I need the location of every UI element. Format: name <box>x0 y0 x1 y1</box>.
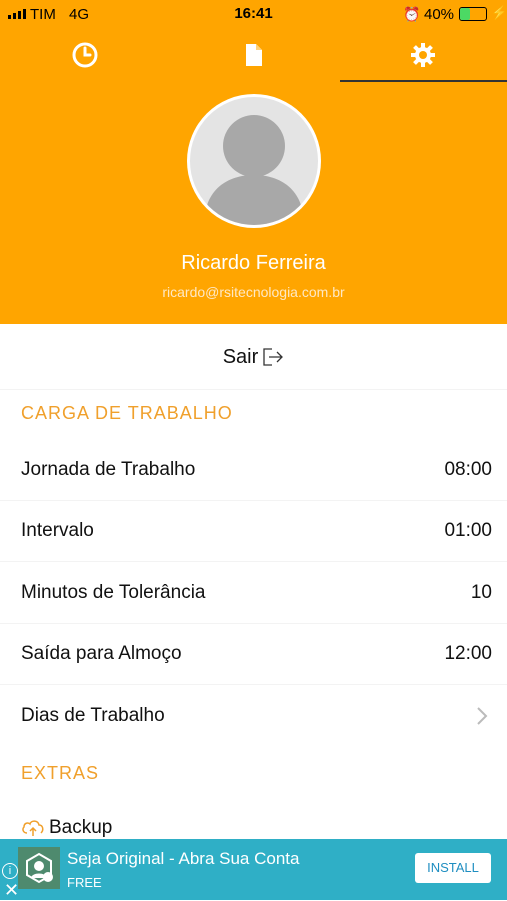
logout-icon <box>263 348 284 366</box>
ad-logo-icon <box>26 852 53 884</box>
row-interval[interactable]: Intervalo 01:00 <box>0 500 507 561</box>
avatar[interactable] <box>187 94 321 228</box>
gear-icon <box>410 43 435 67</box>
section-header-workload: CARGA DE TRABALHO <box>21 403 233 423</box>
ad-banner[interactable]: i ✕ Seja Original - Abra Sua Conta FREE … <box>0 839 507 900</box>
row-label: Saída para Almoço <box>21 642 182 664</box>
battery-percent: 40% <box>424 6 455 23</box>
row-label: Minutos de Tolerância <box>21 581 206 603</box>
profile-header: Ricardo Ferreira ricardo@rsitecnologia.c… <box>0 28 507 324</box>
logout-label: Sair <box>222 345 259 368</box>
install-button[interactable]: INSTALL <box>415 853 491 883</box>
ad-subtitle: FREE <box>67 875 102 890</box>
ad-title: Seja Original - Abra Sua Conta <box>67 849 300 868</box>
row-value: 01:00 <box>444 519 492 541</box>
row-value: 12:00 <box>444 642 492 664</box>
chevron-right-icon <box>477 706 488 725</box>
row-value: 10 <box>470 581 492 603</box>
tab-reports[interactable] <box>169 28 338 82</box>
clock-icon <box>72 42 97 68</box>
tab-time[interactable] <box>0 28 169 82</box>
close-icon[interactable]: ✕ <box>4 880 19 901</box>
row-label: Dias de Trabalho <box>21 704 165 726</box>
section-header-extras: EXTRAS <box>21 763 100 783</box>
alarm-icon: ⏰ <box>403 6 421 22</box>
row-label: Intervalo <box>21 519 94 541</box>
logout-button[interactable]: Sair <box>0 325 507 389</box>
row-value: 08:00 <box>444 458 492 480</box>
document-icon <box>245 44 262 66</box>
tab-bar <box>0 28 507 82</box>
tab-settings[interactable] <box>338 28 507 82</box>
user-placeholder-icon <box>204 115 304 225</box>
divider <box>0 389 507 390</box>
row-work-day[interactable]: Jornada de Trabalho 08:00 <box>0 439 507 500</box>
row-work-days[interactable]: Dias de Trabalho <box>0 685 507 746</box>
battery-icon <box>459 7 487 21</box>
profile-email: ricardo@rsitecnologia.com.br <box>162 284 345 300</box>
row-tolerance[interactable]: Minutos de Tolerância 10 <box>0 562 507 623</box>
ad-logo <box>18 847 60 889</box>
row-label: Backup <box>49 817 113 838</box>
row-lunch-time[interactable]: Saída para Almoço 12:00 <box>0 623 507 684</box>
charging-icon: ⚡ <box>491 5 507 20</box>
cloud-upload-icon <box>22 820 44 836</box>
status-bar: TIM 4G 16:41 ⏰ 40% ⚡ <box>0 0 507 28</box>
info-icon[interactable]: i <box>2 863 18 879</box>
profile-name: Ricardo Ferreira <box>181 252 326 274</box>
row-label: Jornada de Trabalho <box>21 458 196 480</box>
